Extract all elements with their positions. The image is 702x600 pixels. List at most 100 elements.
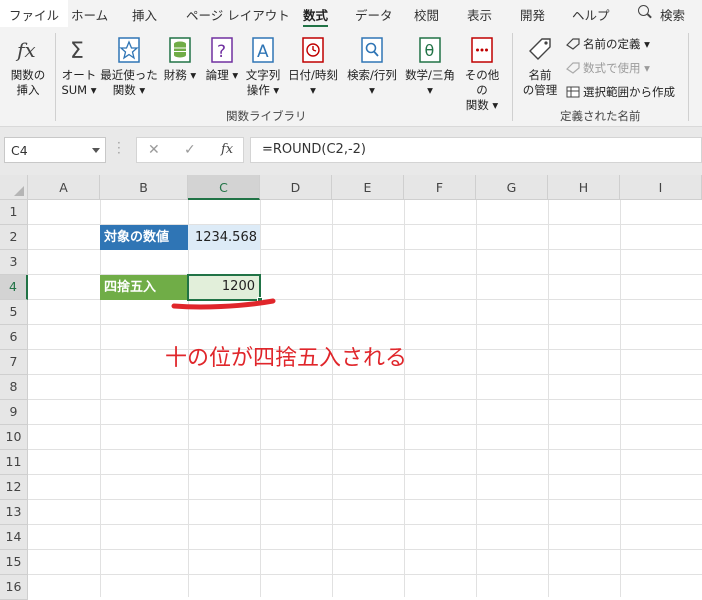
datetime-button[interactable]: 日付/時刻 ▾ <box>286 35 340 98</box>
column-header-f[interactable]: F <box>404 175 476 200</box>
search-label[interactable]: 検索 <box>660 5 685 24</box>
row-header[interactable]: 10 <box>0 425 28 450</box>
cell-c2[interactable]: 1234.568 <box>188 225 260 250</box>
tag-small-icon <box>566 38 580 50</box>
gridline <box>28 374 702 375</box>
gridline <box>28 549 702 550</box>
text-functions-button[interactable]: A 文字列 操作 ▾ <box>243 35 283 98</box>
logical-button[interactable]: ? 論理 ▾ <box>204 35 240 83</box>
column-header-a[interactable]: A <box>28 175 100 200</box>
database-icon <box>166 35 194 65</box>
tab-review[interactable]: 校閲 <box>414 5 439 24</box>
define-name-button[interactable]: 名前の定義 ▾ <box>566 36 650 52</box>
star-icon <box>115 35 143 65</box>
svg-text:?: ? <box>217 42 226 62</box>
tab-formulas[interactable]: 数式 <box>303 5 329 28</box>
tag-icon <box>526 35 554 65</box>
column-header-e[interactable]: E <box>332 175 404 200</box>
cancel-icon[interactable]: ✕ <box>148 142 160 158</box>
svg-text:Σ: Σ <box>70 39 84 64</box>
row-header[interactable]: 9 <box>0 400 28 425</box>
column-header-i[interactable]: I <box>620 175 702 200</box>
separator <box>688 33 689 121</box>
more-dots-icon <box>468 35 496 65</box>
gridline <box>28 424 702 425</box>
gridline <box>28 524 702 525</box>
row-header[interactable]: 2 <box>0 225 28 250</box>
row-header[interactable]: 1 <box>0 200 28 225</box>
row-header[interactable]: 12 <box>0 475 28 500</box>
theta-icon: θ <box>416 35 444 65</box>
row-header[interactable]: 5 <box>0 300 28 325</box>
financial-button[interactable]: 財務 ▾ <box>162 35 198 83</box>
svg-text:θ: θ <box>425 41 435 60</box>
row-header[interactable]: 7 <box>0 350 28 375</box>
column-header-g[interactable]: G <box>476 175 548 200</box>
worksheet-grid[interactable]: A B C D E F G H I 1 2 3 4 5 6 7 8 9 10 1… <box>0 175 702 600</box>
row-header[interactable]: 13 <box>0 500 28 525</box>
autosum-button[interactable]: Σ オート SUM ▾ <box>58 35 100 98</box>
gridline <box>28 499 702 500</box>
search-icon[interactable] <box>638 5 649 16</box>
row-header[interactable]: 14 <box>0 525 28 550</box>
sigma-icon: Σ <box>65 35 93 65</box>
question-icon: ? <box>208 35 236 65</box>
more-functions-button[interactable]: その他の 関数 ▾ <box>460 35 504 113</box>
ribbon: fx 関数の 挿入 Σ オート SUM ▾ 最近使った 関数 ▾ 財務 ▾ ? … <box>0 27 702 127</box>
gridline <box>28 474 702 475</box>
svg-text:A: A <box>257 42 269 62</box>
group-label-defined-names: 定義された名前 <box>560 109 641 123</box>
insert-function-icon[interactable]: fx <box>221 142 233 157</box>
row-header[interactable]: 11 <box>0 450 28 475</box>
separator <box>55 33 56 121</box>
name-box[interactable]: C4 <box>4 137 106 163</box>
gridline <box>28 574 702 575</box>
formula-small-icon <box>566 62 580 74</box>
row-header[interactable]: 8 <box>0 375 28 400</box>
chevron-down-icon[interactable] <box>92 148 100 153</box>
recent-functions-button[interactable]: 最近使った 関数 ▾ <box>100 35 158 98</box>
create-from-selection-button[interactable]: 選択範囲から作成 <box>566 84 675 100</box>
formula-bar: C4 · · · ✕ ✓ fx =ROUND(C2,-2) <box>0 127 702 175</box>
tab-file[interactable]: ファイル <box>0 0 69 27</box>
row-header[interactable]: 4 <box>0 275 28 300</box>
math-trig-button[interactable]: θ 数学/三角 ▾ <box>402 35 458 98</box>
tab-help[interactable]: ヘルプ <box>572 5 610 24</box>
enter-icon[interactable]: ✓ <box>184 142 196 158</box>
drag-handle-icon[interactable]: · · · <box>117 137 121 159</box>
text-a-icon: A <box>249 35 277 65</box>
gridline <box>28 324 702 325</box>
tab-page-layout[interactable]: ページ レイアウト <box>186 5 290 24</box>
tab-home[interactable]: ホーム <box>71 5 108 24</box>
formula-input[interactable]: =ROUND(C2,-2) <box>250 137 702 163</box>
formula-buttons: ✕ ✓ fx <box>136 137 244 163</box>
select-all-button[interactable] <box>0 175 28 200</box>
red-underline-annotation <box>171 298 276 310</box>
insert-function-button[interactable]: fx 関数の 挿入 <box>8 35 48 98</box>
group-label-function-library: 関数ライブラリ <box>226 109 307 123</box>
column-header-d[interactable]: D <box>260 175 332 200</box>
fx-icon: fx <box>14 35 42 65</box>
column-header-b[interactable]: B <box>100 175 188 200</box>
name-manager-button[interactable]: 名前 の管理 <box>519 35 561 98</box>
cell-b2[interactable]: 対象の数値 <box>100 225 188 250</box>
row-header[interactable]: 6 <box>0 325 28 350</box>
clock-icon <box>299 35 327 65</box>
gridline <box>28 449 702 450</box>
separator <box>512 33 513 121</box>
tab-view[interactable]: 表示 <box>467 5 492 24</box>
tab-data[interactable]: データ <box>355 5 393 24</box>
svg-text:fx: fx <box>15 38 36 62</box>
tab-developer[interactable]: 開発 <box>520 5 545 24</box>
magnifier-icon <box>358 35 386 65</box>
grid-small-icon <box>566 86 580 98</box>
tab-insert[interactable]: 挿入 <box>132 5 157 24</box>
use-in-formula-button[interactable]: 数式で使用 ▾ <box>566 60 650 76</box>
column-header-h[interactable]: H <box>548 175 620 200</box>
row-header[interactable]: 15 <box>0 550 28 575</box>
row-header[interactable]: 3 <box>0 250 28 275</box>
row-header[interactable]: 16 <box>0 575 28 600</box>
lookup-button[interactable]: 検索/行列 ▾ <box>343 35 401 98</box>
gridline <box>28 399 702 400</box>
column-header-c[interactable]: C <box>188 175 260 200</box>
